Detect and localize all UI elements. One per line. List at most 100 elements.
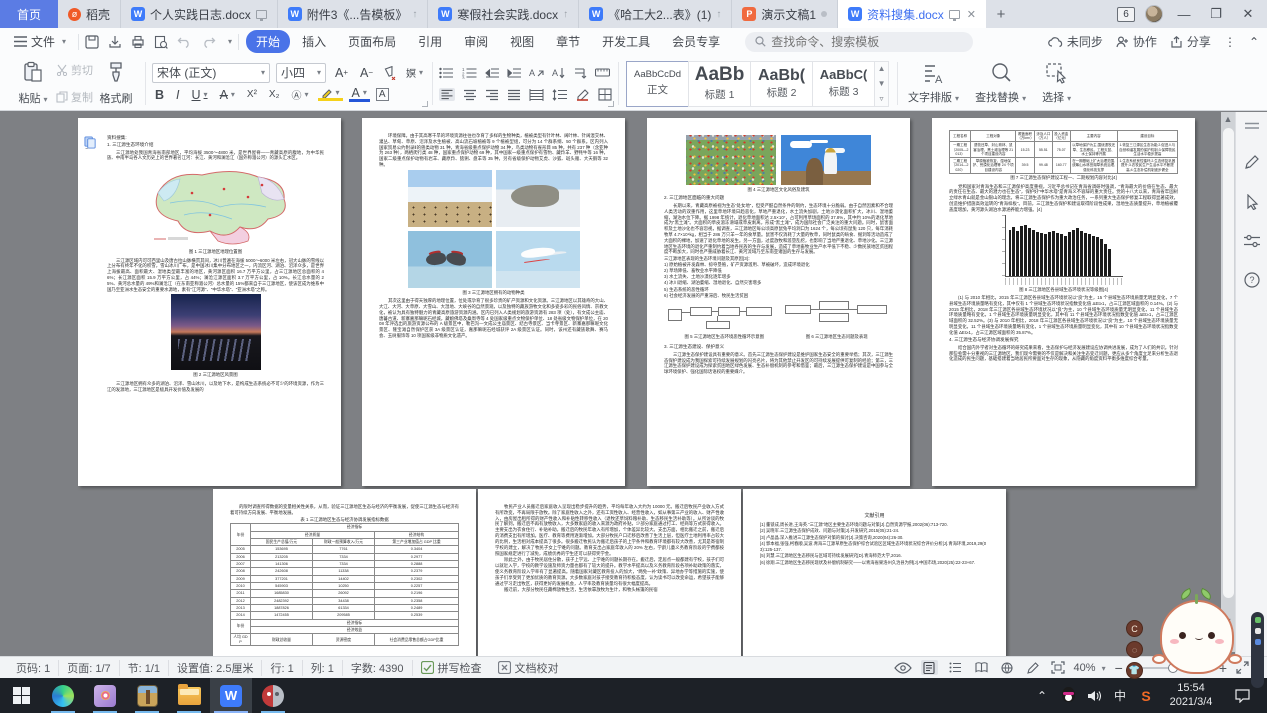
- ribbon-tab-page-layout[interactable]: 页面布局: [338, 30, 406, 53]
- taskbar-clock[interactable]: 15:54 2021/3/4: [1159, 682, 1223, 708]
- page-view-button[interactable]: [921, 660, 938, 675]
- cut-button[interactable]: 剪切: [56, 62, 93, 78]
- shading-icon[interactable]: [575, 88, 590, 101]
- tab-ppt-1[interactable]: P 演示文稿1: [732, 0, 838, 28]
- format-painter-button[interactable]: 格式刷: [95, 59, 137, 108]
- select-arrow-icon[interactable]: [1244, 194, 1260, 210]
- start-button[interactable]: [0, 678, 42, 713]
- ribbon-tab-view[interactable]: 视图: [500, 30, 544, 53]
- text-direction-icon[interactable]: A: [529, 67, 544, 79]
- taskbar-wps[interactable]: W: [210, 678, 252, 713]
- settings-sliders-icon[interactable]: [1244, 234, 1260, 248]
- save-icon[interactable]: [85, 35, 99, 49]
- scrollbar-thumb[interactable]: [1223, 128, 1234, 598]
- status-field[interactable]: 页码: 1: [8, 660, 59, 676]
- document-page-7[interactable]: 文献引用 [1] 董锁成,周长进,王海英.“三江源”地区主要生态环境问题与对策[…: [743, 489, 1006, 656]
- gallery-up-icon[interactable]: ▲: [878, 64, 886, 73]
- document-page-2[interactable]: 环境保障。由于其高寒干旱的环境资源往往也孕育了多样的生物种类，植被类型有针叶林、…: [362, 118, 625, 486]
- tab-doc-active[interactable]: W 资料搜集.docx ✕: [838, 0, 986, 28]
- taskbar-file-explorer[interactable]: [168, 678, 210, 713]
- zoom-in-button[interactable]: +: [1219, 660, 1227, 676]
- doc-proof-button[interactable]: 文档校对: [490, 660, 567, 676]
- ribbon-tab-references[interactable]: 引用: [408, 30, 452, 53]
- file-menu[interactable]: 文件 ▾: [8, 33, 72, 50]
- ribbon-tab-section[interactable]: 章节: [546, 30, 590, 53]
- document-page-6[interactable]: 牧民产业人员搬迁后家庭收入呈现出稳步提升的趋势，平均每年收入大约为 10000 …: [478, 489, 741, 656]
- font-size-combo[interactable]: 小四▾: [276, 63, 326, 83]
- highlight-color-button[interactable]: ▾: [318, 88, 343, 101]
- minimize-button[interactable]: —: [1173, 7, 1195, 22]
- paragraph-mark-icon[interactable]: [573, 67, 587, 79]
- align-center-icon[interactable]: [463, 89, 477, 101]
- zoom-level[interactable]: 40% ▾: [1074, 662, 1106, 674]
- bullet-list-icon[interactable]: [439, 67, 454, 79]
- document-canvas[interactable]: 资料搜集: 1. 三江源生态环境介绍 三江源地处我国青海省南部地区，平均海拔 3…: [0, 112, 1267, 656]
- sort-icon[interactable]: A: [552, 67, 565, 79]
- taskbar-photos-app[interactable]: [84, 678, 126, 713]
- superscript-button[interactable]: X²: [244, 89, 260, 100]
- ribbon-tab-home[interactable]: 开始: [246, 30, 290, 53]
- ribbon-tab-dev-tools[interactable]: 开发工具: [592, 30, 660, 53]
- char-border-button[interactable]: Ⓐ▾: [288, 87, 311, 102]
- font-family-combo[interactable]: 宋体 (正文)▾: [152, 63, 270, 83]
- find-replace-button[interactable]: 查找替换▾: [967, 59, 1034, 108]
- align-left-icon[interactable]: [439, 88, 455, 101]
- tab-close-icon[interactable]: ✕: [967, 8, 976, 21]
- status-field[interactable]: 字数: 4390: [343, 660, 413, 676]
- document-page-4[interactable]: 工程名称工程对象覆盖面积（万km²）涉及人口（万人）投入资金（亿元）主要内容建设…: [932, 118, 1195, 486]
- ruler-toggle-icon[interactable]: [1245, 122, 1259, 130]
- command-search[interactable]: [745, 32, 973, 52]
- quick-access-dropdown-icon[interactable]: ▾: [228, 37, 232, 46]
- paste-button[interactable]: 粘贴▾: [12, 59, 54, 108]
- spell-check-button[interactable]: 拼写检查: [413, 660, 490, 676]
- zoom-out-button[interactable]: −: [1115, 660, 1123, 676]
- numbered-list-icon[interactable]: 123: [462, 67, 477, 79]
- taskbar-edge[interactable]: [42, 678, 84, 713]
- action-center-button[interactable]: [1223, 689, 1261, 703]
- previous-page-icon[interactable]: ≡: [1221, 630, 1235, 640]
- status-field[interactable]: 行: 1: [262, 660, 302, 676]
- style-heading-1[interactable]: AaBb 标题 1: [688, 61, 751, 107]
- justify-icon[interactable]: [507, 89, 521, 101]
- print-preview-icon[interactable]: [154, 35, 168, 49]
- select-button[interactable]: 选择▾: [1034, 59, 1079, 108]
- status-field[interactable]: 页面: 1/7: [59, 660, 119, 676]
- document-page-5[interactable]: 的限时调查所得数据的变量相关性关系，从而，验证三江源地区生态与经济的平衡发展，促…: [213, 489, 476, 656]
- clear-format-icon[interactable]: [382, 66, 397, 80]
- tab-doc-4[interactable]: W 《哈工大2...表》(1) ↑: [579, 0, 732, 28]
- text-layout-button[interactable]: A 文字排版▾: [900, 59, 967, 108]
- style-heading-2[interactable]: AaBb( 标题 2: [750, 61, 813, 107]
- home-tab[interactable]: 首页: [0, 0, 58, 28]
- scroll-down-icon[interactable]: ▼: [1221, 616, 1235, 626]
- document-page-1[interactable]: 资料搜集: 1. 三江源生态环境介绍 三江源地处我国青海省南部地区，平均海拔 3…: [78, 118, 341, 486]
- gallery-down-icon[interactable]: ▼: [878, 79, 886, 88]
- sync-status[interactable]: 未同步: [1048, 33, 1103, 50]
- print-icon[interactable]: [131, 35, 145, 49]
- char-shading-button[interactable]: A: [376, 88, 389, 101]
- font-color-button[interactable]: A▾: [349, 87, 370, 103]
- paragraph-dialog-launcher[interactable]: [608, 101, 614, 107]
- style-normal[interactable]: AaBbCcDd 正文: [626, 61, 689, 107]
- search-input[interactable]: [771, 35, 951, 49]
- tab-doc-1[interactable]: W 个人实践日志.docx: [121, 0, 278, 28]
- restore-button[interactable]: ❐: [1205, 6, 1227, 22]
- align-right-icon[interactable]: [485, 89, 499, 101]
- bold-button[interactable]: B: [152, 88, 167, 102]
- vertical-scrollbar[interactable]: ▲ ▼ ≡: [1221, 112, 1235, 652]
- borders-icon[interactable]: [598, 88, 612, 101]
- zoom-slider-knob[interactable]: [1168, 663, 1178, 673]
- status-field[interactable]: 节: 1/1: [120, 660, 169, 676]
- ink-mode-button[interactable]: [1025, 660, 1042, 675]
- web-layout-button[interactable]: [999, 660, 1016, 675]
- new-tab-button[interactable]: +: [986, 0, 1016, 28]
- object-anchor-icon[interactable]: [84, 136, 97, 149]
- tab-doc-2[interactable]: W 附件3《...告模板》 ↑: [278, 0, 429, 28]
- taskbar-archive-app[interactable]: [126, 678, 168, 713]
- document-page-3[interactable]: 图 4 三江源地区文化风俗及建筑 2. 三江源地区面临的重大问题 长期以来，青藏…: [647, 118, 910, 486]
- style-heading-3[interactable]: AaBbC( 标题 3: [812, 61, 875, 107]
- status-field[interactable]: 列: 1: [303, 660, 343, 676]
- increase-indent-icon[interactable]: [507, 67, 521, 79]
- subscript-button[interactable]: X₂: [266, 89, 283, 100]
- gallery-more-icon[interactable]: ▿: [880, 94, 884, 103]
- status-field[interactable]: 设置值: 2.5厘米: [169, 660, 262, 676]
